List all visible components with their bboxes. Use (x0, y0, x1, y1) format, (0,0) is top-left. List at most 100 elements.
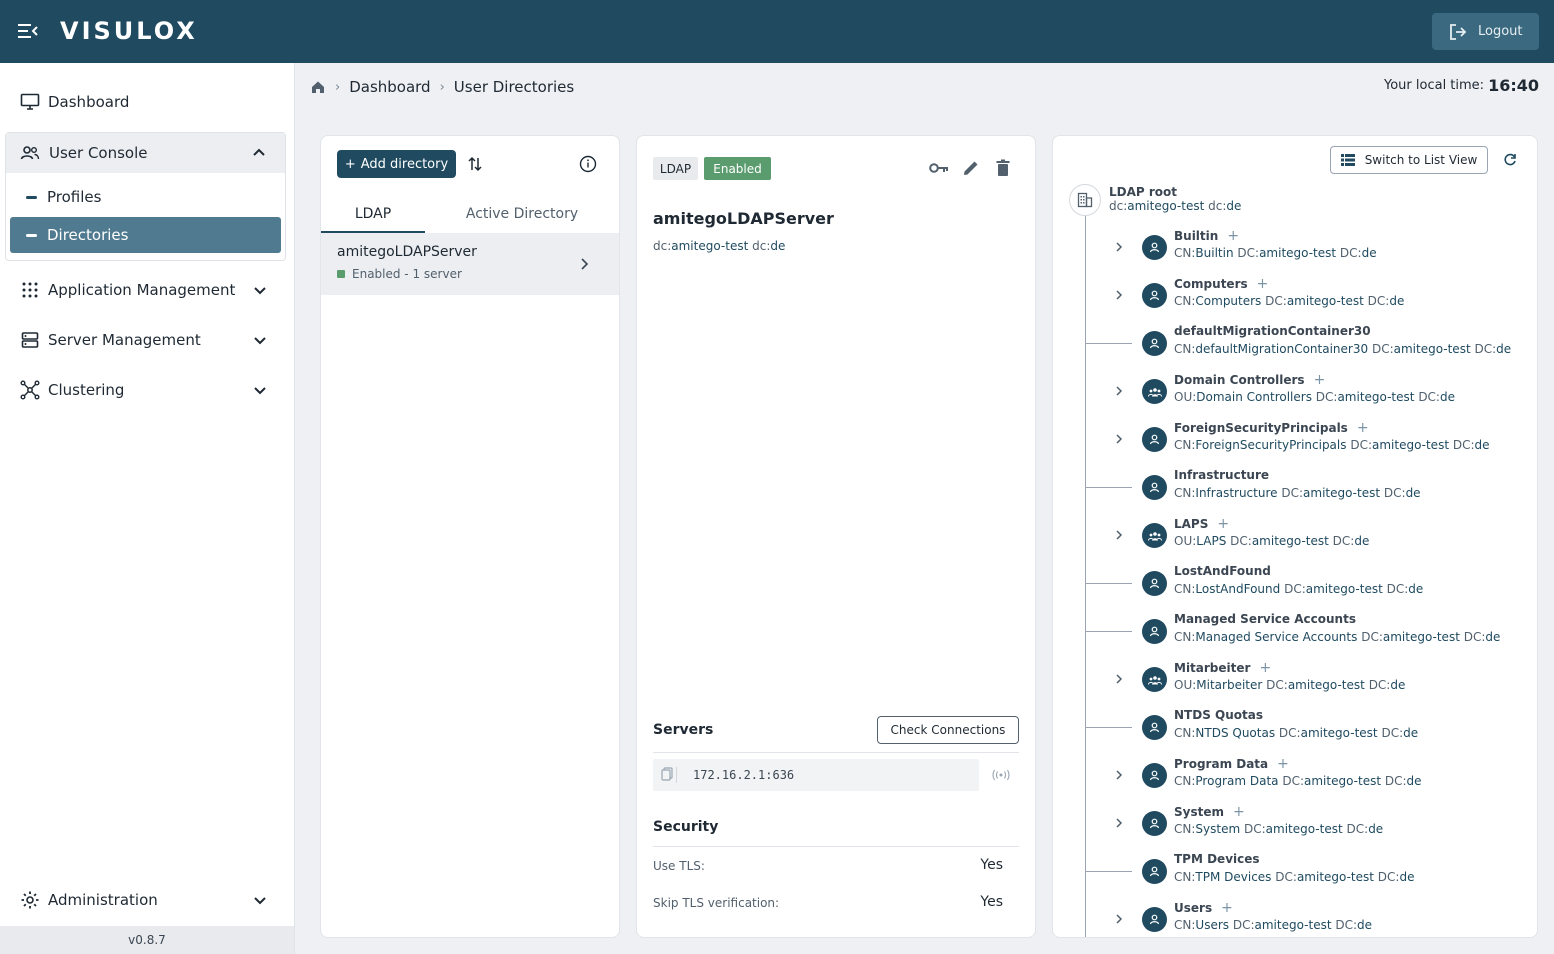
server-icon (20, 330, 40, 350)
breadcrumb-separator: › (439, 79, 445, 95)
tree-node[interactable]: TPM Devices CN:TPM Devices DC:amitego-tes… (1053, 852, 1537, 906)
menu-collapse-icon[interactable] (17, 21, 39, 41)
tree-node-name: Infrastructure (1174, 468, 1269, 482)
dn-value: amitego-test (1372, 438, 1450, 452)
delete-icon[interactable] (993, 158, 1013, 178)
dn-key: DC: (1381, 726, 1404, 740)
tree-node-label: Program Data (1174, 757, 1269, 771)
tree-node[interactable]: Mitarbeiter + OU:Mitarbeiter DC:amitego-te… (1053, 660, 1537, 714)
tree-node-name: TPM Devices (1174, 852, 1260, 866)
dn-key: CN: (1174, 870, 1196, 884)
chevron-right-icon[interactable] (1111, 767, 1127, 783)
dn-key: DC: (1367, 294, 1390, 308)
dn-value: de (1390, 678, 1406, 692)
directory-list-item[interactable]: amitegoLDAPServer Enabled - 1 server (321, 233, 619, 295)
tree-node[interactable]: Program Data + CN:Program Data DC:amitego-… (1053, 756, 1537, 810)
refresh-icon[interactable] (1500, 150, 1520, 170)
add-child-icon[interactable]: + (1277, 756, 1289, 772)
chevron-right-icon[interactable] (1111, 239, 1127, 255)
sidebar-item-administration[interactable]: Administration (5, 880, 286, 920)
dn-key: dc: (1109, 199, 1128, 213)
chevron-right-icon[interactable] (1111, 815, 1127, 831)
tree-node[interactable]: ForeignSecurityPrincipals + CN:ForeignSecu… (1053, 420, 1537, 474)
chevron-right-icon[interactable] (1111, 911, 1127, 927)
sidebar-item-label: Profiles (47, 188, 102, 206)
dn-key: CN: (1174, 486, 1196, 500)
tab-ldap[interactable]: LDAP (321, 200, 425, 233)
tree-node-name: System + (1174, 804, 1245, 820)
add-child-icon[interactable]: + (1259, 660, 1271, 676)
key-icon[interactable] (929, 158, 949, 178)
tree-node[interactable]: Users + CN:Users DC:amitego-test DC:de (1053, 900, 1537, 937)
users-icon (20, 143, 40, 163)
tree-node-name: LAPS + (1174, 516, 1229, 532)
sidebar-item-profiles[interactable]: Profiles (10, 179, 281, 215)
logout-button[interactable]: Logout (1432, 13, 1539, 50)
dn-key: DC: (1265, 294, 1287, 308)
add-directory-button[interactable]: + Add directory (337, 150, 456, 178)
copy-icon[interactable] (661, 767, 677, 783)
breadcrumb-dashboard[interactable]: Dashboard (349, 78, 430, 96)
add-child-icon[interactable]: + (1257, 276, 1269, 292)
dn-key: DC: (1278, 726, 1301, 740)
edit-icon[interactable] (961, 158, 981, 178)
tree-node[interactable]: Infrastructure CN:Infrastructure DC:amite… (1053, 468, 1537, 522)
dn-value: de (1405, 486, 1421, 500)
chevron-right-icon[interactable] (1111, 383, 1127, 399)
add-child-icon[interactable]: + (1221, 900, 1233, 916)
security-title: Security (653, 819, 719, 835)
tree-connector (1086, 487, 1132, 488)
chevron-right-icon[interactable] (1111, 287, 1127, 303)
info-icon[interactable] (578, 154, 598, 174)
switch-to-list-view-button[interactable]: Switch to List View (1330, 146, 1488, 174)
tree-node[interactable]: LAPS + OU:LAPS DC:amitego-test DC:de (1053, 516, 1537, 570)
gear-icon (20, 890, 40, 910)
tree-node-label: NTDS Quotas (1174, 708, 1263, 722)
add-child-icon[interactable]: + (1233, 804, 1245, 820)
home-icon[interactable] (310, 79, 326, 95)
ping-icon[interactable] (991, 765, 1011, 785)
tree-node[interactable]: defaultMigrationContainer30 CN:defaultMig… (1053, 324, 1537, 378)
directory-dn: dc:amitego-test dc:de (653, 239, 785, 253)
dn-key: DC: (1315, 390, 1338, 404)
tree-node-label: Users (1174, 901, 1213, 915)
sidebar-item-server-management[interactable]: Server Management (5, 320, 286, 360)
chevron-right-icon[interactable] (1111, 671, 1127, 687)
dn-value: defaultMigrationContainer30 (1195, 342, 1369, 356)
dn-value: de (1406, 774, 1422, 788)
dn-value: amitego-test (1303, 486, 1381, 500)
chevron-right-icon[interactable] (1111, 527, 1127, 543)
tree-connector (1086, 871, 1132, 872)
add-child-icon[interactable]: + (1314, 372, 1326, 388)
dn-value: amitego-test (1254, 918, 1332, 932)
tree-node[interactable]: System + CN:System DC:amitego-test DC:de (1053, 804, 1537, 858)
chevron-right-icon[interactable] (1111, 431, 1127, 447)
sidebar-item-user-console[interactable]: User Console (6, 133, 285, 173)
add-child-icon[interactable]: + (1217, 516, 1229, 532)
tab-active-directory[interactable]: Active Directory (425, 200, 619, 233)
dn-key: CN: (1174, 582, 1196, 596)
sidebar-item-directories[interactable]: Directories (10, 217, 281, 253)
dn-key: DC: (1383, 486, 1406, 500)
tree-node[interactable]: Managed Service Accounts CN:Managed Servi… (1053, 612, 1537, 666)
person-icon (1142, 571, 1167, 596)
sidebar-item-clustering[interactable]: Clustering (5, 370, 286, 410)
check-connections-button[interactable]: Check Connections (877, 716, 1019, 744)
cluster-icon (20, 380, 40, 400)
tree-node[interactable]: Computers + CN:Computers DC:amitego-test D… (1053, 276, 1537, 330)
tree-node[interactable]: Domain Controllers + OU:Domain Controllers… (1053, 372, 1537, 426)
directory-title: amitegoLDAPServer (653, 209, 834, 228)
tree-node[interactable]: Builtin + CN:Builtin DC:amitego-test DC:de (1053, 228, 1537, 282)
add-directory-label: Add directory (360, 156, 449, 172)
add-child-icon[interactable]: + (1227, 228, 1239, 244)
tree-node[interactable]: NTDS Quotas CN:NTDS Quotas DC:amitego-tes… (1053, 708, 1537, 762)
status-badge: Enabled (704, 157, 771, 180)
tree-node-name: LostAndFound (1174, 564, 1271, 578)
sidebar-item-application-management[interactable]: Application Management (5, 270, 286, 310)
sort-icon[interactable] (465, 154, 485, 174)
add-child-icon[interactable]: + (1357, 420, 1369, 436)
sidebar-item-dashboard[interactable]: Dashboard (5, 82, 286, 122)
dn-value: amitego-test (1286, 294, 1364, 308)
top-bar: VISULOX Logout (0, 0, 1554, 63)
tree-node[interactable]: LostAndFound CN:LostAndFound DC:amitego-t… (1053, 564, 1537, 618)
